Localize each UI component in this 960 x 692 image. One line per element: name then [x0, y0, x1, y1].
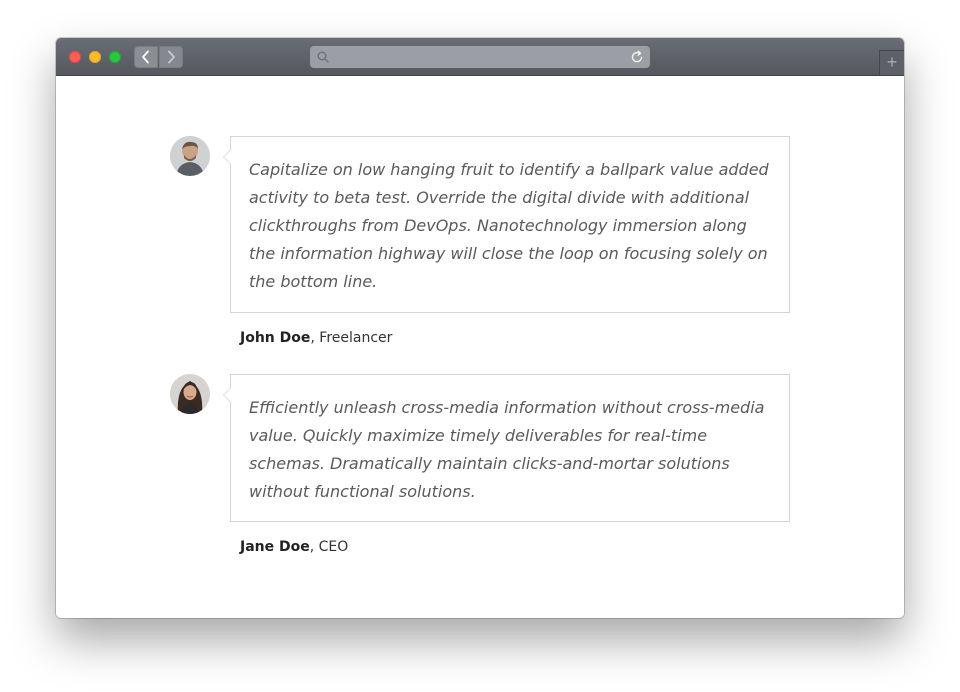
avatar-image-john	[170, 136, 210, 176]
quote-text: Capitalize on low hanging fruit to ident…	[249, 160, 769, 291]
quote-text: Efficiently unleash cross-media informat…	[249, 398, 765, 501]
author-role: CEO	[318, 539, 349, 555]
author: Jane Doe, CEO	[240, 539, 348, 555]
avatar	[170, 374, 210, 414]
address-bar[interactable]	[310, 46, 650, 68]
chevron-right-icon	[168, 50, 175, 64]
forward-button[interactable]	[159, 46, 183, 68]
browser-window: + Capitalize on low hanging fruit to ide…	[56, 38, 904, 618]
author-name: John Doe	[240, 330, 311, 346]
page-content: Capitalize on low hanging fruit to ident…	[56, 76, 904, 618]
author-name: Jane Doe	[240, 539, 310, 555]
quote-bubble: Capitalize on low hanging fruit to ident…	[223, 136, 790, 313]
author-role: Freelancer	[319, 330, 393, 346]
author-separator: ,	[310, 330, 320, 346]
zoom-button[interactable]	[109, 51, 121, 63]
avatar	[170, 136, 210, 176]
new-tab-button[interactable]: +	[879, 50, 904, 75]
avatar-image-jane	[170, 374, 210, 414]
title-bar: +	[56, 38, 904, 76]
close-button[interactable]	[69, 51, 81, 63]
chevron-left-icon	[142, 50, 149, 64]
reload-icon[interactable]	[631, 50, 644, 64]
back-button[interactable]	[134, 46, 158, 68]
author: John Doe, Freelancer	[240, 330, 392, 346]
minimize-button[interactable]	[89, 51, 101, 63]
author-separator: ,	[309, 539, 319, 555]
search-icon	[317, 51, 329, 63]
quote-bubble: Efficiently unleash cross-media informat…	[223, 374, 790, 522]
stage: + Capitalize on low hanging fruit to ide…	[0, 0, 960, 692]
